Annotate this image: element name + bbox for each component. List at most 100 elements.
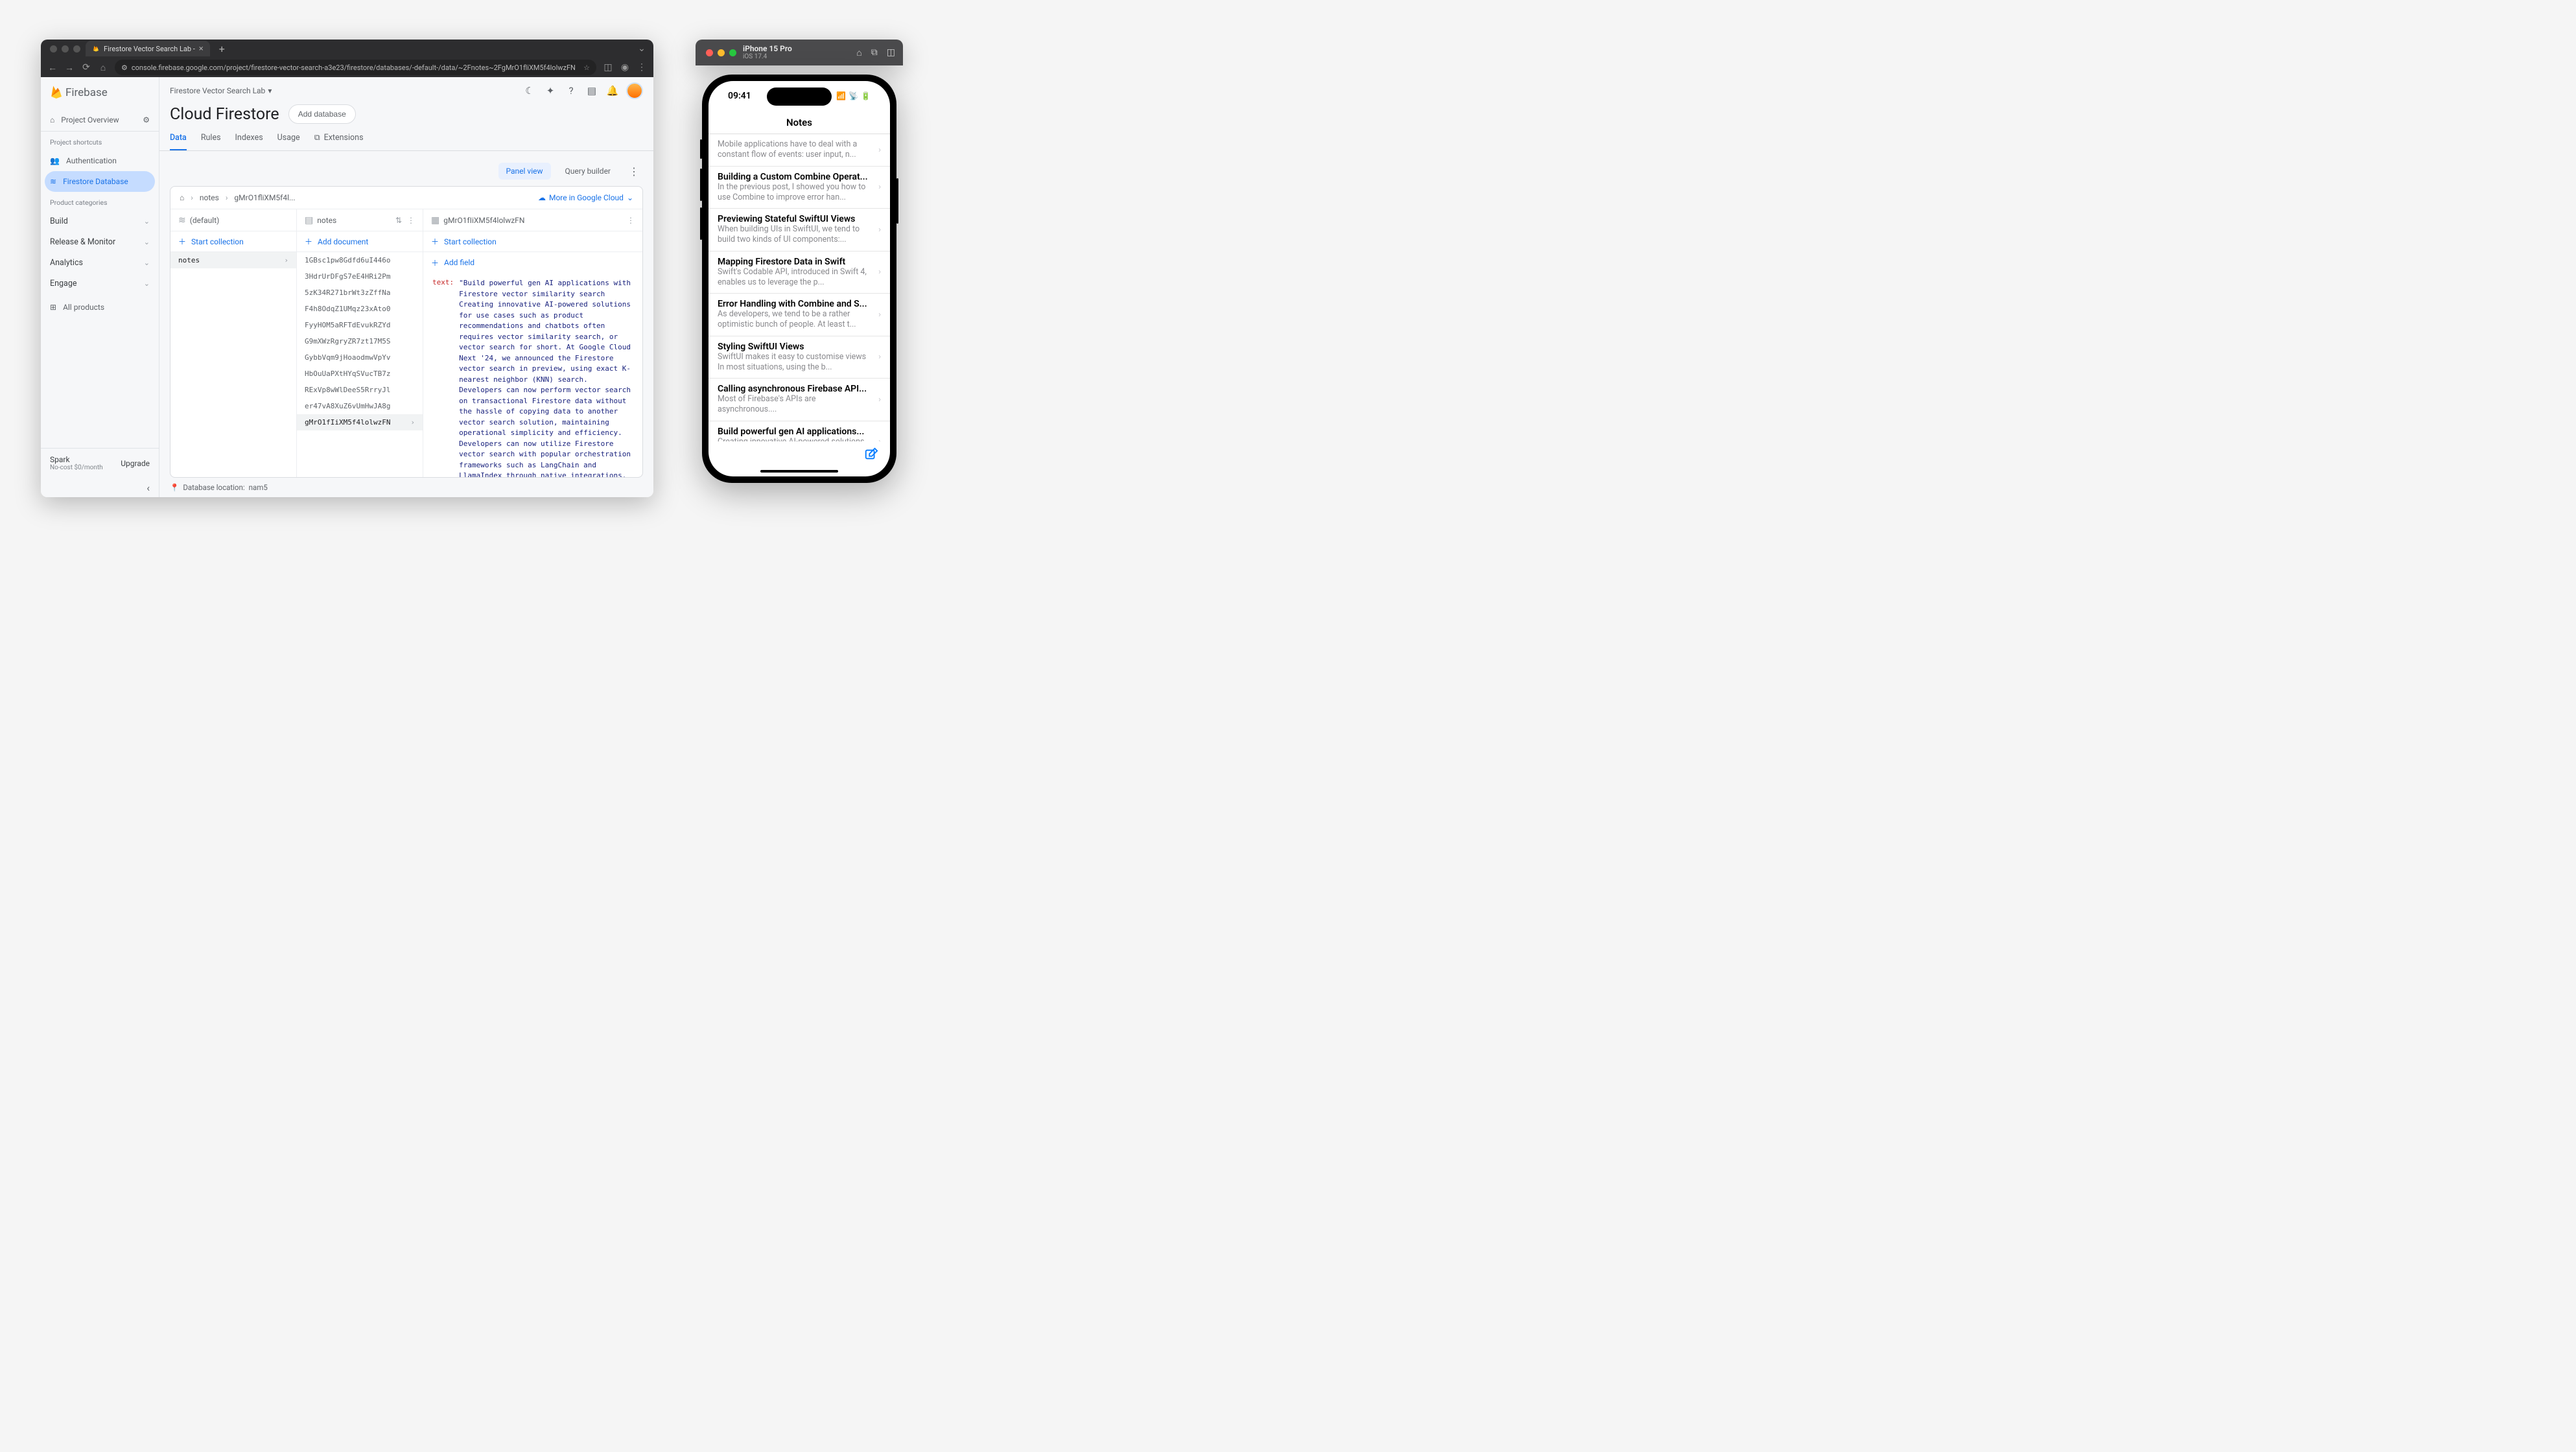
document-item[interactable]: er47vA8XuZ6vUmHwJA8g xyxy=(297,398,423,414)
tab-indexes[interactable]: Indexes xyxy=(235,128,263,150)
add-document-button[interactable]: ＋ Add document xyxy=(297,231,423,252)
note-title: Build powerful gen AI applications... xyxy=(718,427,873,437)
document-item[interactable]: HbOuUaPXtHYqSVucTB7z xyxy=(297,366,423,382)
sim-screenshot-icon[interactable]: ⧉ xyxy=(871,47,878,58)
note-row[interactable]: Previewing Stateful SwiftUI ViewsWhen bu… xyxy=(708,209,890,252)
document-item[interactable]: RExVp8wWlDeeS5RrryJl xyxy=(297,382,423,398)
compose-icon[interactable] xyxy=(864,447,878,465)
sidebar-cat-engage[interactable]: Engage⌄ xyxy=(41,273,159,294)
dark-mode-icon[interactable]: ☾ xyxy=(522,84,537,98)
home-indicator[interactable] xyxy=(760,470,838,473)
note-row[interactable]: Mobile applications have to deal with a … xyxy=(708,134,890,167)
upgrade-button[interactable]: Upgrade xyxy=(121,459,150,468)
note-row[interactable]: Mapping Firestore Data in SwiftSwift's C… xyxy=(708,252,890,294)
note-body: As developers, we tend to be a rather op… xyxy=(718,309,873,331)
panel-view-toggle[interactable]: Panel view xyxy=(498,163,551,180)
address-bar[interactable]: ⚙ console.firebase.google.com/project/fi… xyxy=(115,60,596,75)
sidebar-cat-release[interactable]: Release & Monitor⌄ xyxy=(41,231,159,252)
minimize-dot[interactable] xyxy=(62,45,69,53)
account-avatar[interactable] xyxy=(626,82,643,99)
filter-icon[interactable]: ⇅ xyxy=(395,216,402,225)
document-item[interactable]: gMrO1fIiXM5f4lolwzFN› xyxy=(297,414,423,430)
reload-icon[interactable]: ⟳ xyxy=(81,62,91,73)
site-settings-icon[interactable]: ⚙ xyxy=(121,64,128,72)
kebab-icon[interactable]: ⋮ xyxy=(627,216,635,225)
tab-usage[interactable]: Usage xyxy=(277,128,300,150)
chevron-right-icon: › xyxy=(878,225,881,235)
help-icon[interactable]: ? xyxy=(564,84,578,98)
kebab-icon[interactable]: ⋮ xyxy=(407,216,415,225)
note-row[interactable]: Error Handling with Combine and S...As d… xyxy=(708,294,890,336)
window-traffic-lights[interactable] xyxy=(47,45,80,53)
tab-row: Firestore Vector Search Lab - × + ⌄ xyxy=(41,40,653,58)
document-item[interactable]: 1GBsc1pw8Gdfd6uI446o xyxy=(297,252,423,268)
tab-data[interactable]: Data xyxy=(170,128,187,150)
notes-list[interactable]: Mobile applications have to deal with a … xyxy=(708,134,890,441)
docs-icon[interactable]: ▤ xyxy=(585,84,599,98)
sidebar-cat-analytics[interactable]: Analytics⌄ xyxy=(41,252,159,273)
page-header: Cloud Firestore Add database xyxy=(159,104,653,128)
bookmark-star-icon[interactable]: ☆ xyxy=(583,64,590,72)
firebase-app: Firebase ⌂Project Overview ⚙ Project sho… xyxy=(41,77,653,497)
sidebar-cat-build[interactable]: Build⌄ xyxy=(41,211,159,231)
document-item[interactable]: GybbVqm9jHoaodmwVpYv xyxy=(297,349,423,366)
notifications-icon[interactable]: 🔔 xyxy=(605,84,620,98)
start-collection-button[interactable]: ＋ Start collection xyxy=(170,231,296,252)
project-selector[interactable]: Firestore Vector Search Lab ▾ xyxy=(170,86,272,95)
sidebar-all-products[interactable]: ⊞ All products xyxy=(41,294,159,321)
sidebar-item-authentication[interactable]: 👥 Authentication xyxy=(41,150,159,171)
zoom-dot[interactable] xyxy=(73,45,80,53)
sidebar-collapse-icon[interactable]: ‹ xyxy=(41,478,159,497)
note-row[interactable]: Calling asynchronous Firebase API...Most… xyxy=(708,379,890,421)
sim-home-icon[interactable]: ⌂ xyxy=(856,47,861,58)
document-item[interactable]: G9mXWzRgryZR7zt17M5S xyxy=(297,333,423,349)
document-item[interactable]: 5zK34R271brWt3zZffNa xyxy=(297,285,423,301)
sim-rotate-icon[interactable]: ◫ xyxy=(887,47,895,58)
close-dot[interactable] xyxy=(706,49,713,56)
note-row[interactable]: Styling SwiftUI ViewsSwiftUI makes it ea… xyxy=(708,336,890,379)
tab-dropdown-icon[interactable]: ⌄ xyxy=(637,43,647,54)
note-row[interactable]: Building a Custom Combine Operat...In th… xyxy=(708,167,890,209)
add-field-button[interactable]: ＋ Add field xyxy=(423,252,642,273)
query-builder-toggle[interactable]: Query builder xyxy=(557,163,618,180)
sidebar-project-overview[interactable]: ⌂Project Overview ⚙ xyxy=(41,108,159,132)
more-in-google-cloud[interactable]: ☁ More in Google Cloud ⌄ xyxy=(538,193,633,202)
zoom-dot[interactable] xyxy=(729,49,736,56)
tab-title: Firestore Vector Search Lab - xyxy=(104,45,195,53)
dynamic-island xyxy=(767,88,832,106)
menu-icon[interactable]: ⋮ xyxy=(637,62,647,73)
nav-forward-icon[interactable]: → xyxy=(64,62,75,73)
plus-icon: ＋ xyxy=(431,257,439,268)
document-item[interactable]: F4h8OdqZ1UMqz23xAto0 xyxy=(297,301,423,317)
minimize-dot[interactable] xyxy=(718,49,725,56)
note-title: Building a Custom Combine Operat... xyxy=(718,172,873,182)
tab-rules[interactable]: Rules xyxy=(201,128,221,150)
start-collection-button[interactable]: ＋ Start collection xyxy=(423,231,642,252)
breadcrumb-document[interactable]: gMrO1fliXM5f4l... xyxy=(234,193,295,202)
home-icon[interactable]: ⌂ xyxy=(98,62,108,73)
breadcrumb-home-icon[interactable]: ⌂ xyxy=(180,193,184,202)
close-dot[interactable] xyxy=(50,45,57,53)
note-row[interactable]: Build powerful gen AI applications...Cre… xyxy=(708,421,890,442)
extensions-icon[interactable]: ◫ xyxy=(603,62,613,73)
add-database-button[interactable]: Add database xyxy=(288,104,356,124)
browser-tab[interactable]: Firestore Vector Search Lab - × xyxy=(86,41,210,56)
collection-item-notes[interactable]: notes › xyxy=(170,252,296,268)
tab-close-icon[interactable]: × xyxy=(199,44,204,54)
document-field[interactable]: text: "Build powerful gen AI application… xyxy=(423,273,642,477)
sidebar-item-firestore-database[interactable]: ≋ Firestore Database xyxy=(45,171,155,192)
settings-gear-icon[interactable]: ⚙ xyxy=(143,115,150,124)
document-item[interactable]: FyyHOM5aRFTdEvukRZYd xyxy=(297,317,423,333)
breadcrumb-collection[interactable]: notes xyxy=(200,193,219,202)
firebase-brand[interactable]: Firebase xyxy=(41,77,159,108)
sparkle-icon[interactable]: ✦ xyxy=(543,84,557,98)
sim-traffic-lights[interactable] xyxy=(703,49,736,56)
note-title: Calling asynchronous Firebase API... xyxy=(718,384,873,394)
column-fields: ▦ gMrO1fIiXM5f4lolwzFN ⋮ ＋ Start collect… xyxy=(423,209,642,477)
toolbar-kebab-icon[interactable]: ⋮ xyxy=(625,165,643,178)
profile-icon[interactable]: ◉ xyxy=(620,62,630,73)
new-tab-icon[interactable]: + xyxy=(215,43,225,55)
nav-back-icon[interactable]: ← xyxy=(47,62,58,73)
document-item[interactable]: 3HdrUrDFgS7eE4HRi2Pm xyxy=(297,268,423,285)
tab-extensions[interactable]: ⧉ Extensions xyxy=(314,128,364,150)
